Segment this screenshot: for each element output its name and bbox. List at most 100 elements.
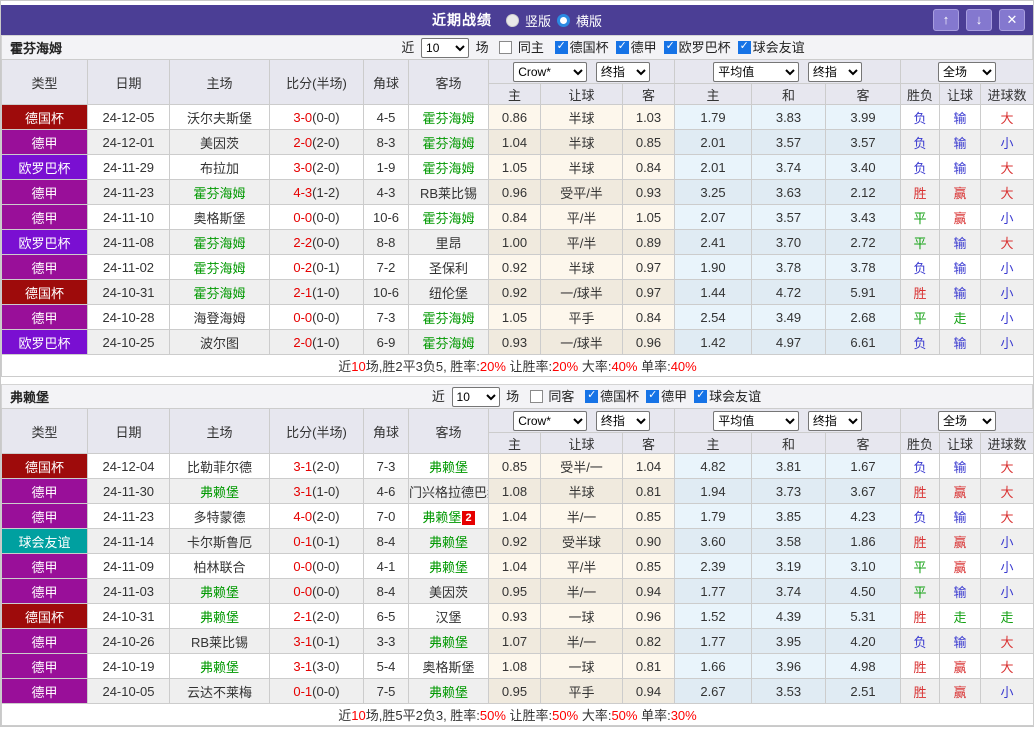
result-wdl: 平 bbox=[900, 204, 940, 230]
odds-company-select[interactable]: Crow* bbox=[513, 61, 588, 82]
away-team-cell: 弗赖堡 bbox=[408, 678, 489, 704]
horizontal-layout-radio[interactable] bbox=[557, 13, 570, 27]
league-checkbox[interactable] bbox=[694, 388, 708, 403]
home-team-name: 弗赖堡 bbox=[199, 659, 239, 675]
match-date: 24-10-25 bbox=[87, 329, 170, 355]
result-wdl: 胜 bbox=[900, 653, 940, 679]
home-team-name: 波尔图 bbox=[199, 335, 239, 351]
average-group-header: 平均值 终指 bbox=[674, 408, 901, 433]
avg-home: 3.25 bbox=[674, 179, 752, 205]
odds-home: 0.95 bbox=[488, 678, 541, 704]
col-header-odds-line: 让球 bbox=[540, 83, 623, 105]
away-team-cell: 汉堡 bbox=[408, 603, 489, 629]
odds-handicap-line: 半球 bbox=[540, 154, 623, 180]
league-checkbox[interactable] bbox=[585, 388, 599, 403]
league-checkbox[interactable] bbox=[615, 39, 629, 54]
match-row: 德甲 24-10-05 云达不莱梅 0-1(0-0) 7-5 弗赖堡 0.95 平手 0.94 2… bbox=[1, 678, 1034, 704]
move-down-icon[interactable]: ↓ bbox=[966, 9, 992, 31]
match-type-badge: 德甲 bbox=[1, 478, 88, 504]
same-venue-checkbox[interactable] bbox=[529, 390, 543, 403]
avg-away: 4.98 bbox=[825, 653, 901, 679]
fulltime-score: 3-1 bbox=[293, 458, 313, 474]
games-count-select[interactable]: 10 bbox=[421, 38, 470, 58]
summary-segment: 近 bbox=[338, 359, 352, 374]
average-group-header: 平均值 终指 bbox=[674, 59, 901, 84]
league-checkbox[interactable] bbox=[646, 388, 660, 403]
result-handicap: 赢 bbox=[939, 478, 981, 504]
result-wdl: 负 bbox=[900, 453, 940, 479]
vertical-layout-radio[interactable] bbox=[505, 13, 519, 27]
match-row: 德甲 24-11-02 霍芬海姆 0-2(0-1) 7-2 圣保利 0.92 半球 0.97 1.… bbox=[1, 254, 1034, 280]
match-type-badge: 德国杯 bbox=[1, 104, 88, 130]
score-cell: 0-1(0-1) bbox=[269, 528, 364, 554]
avg-home: 1.77 bbox=[674, 578, 752, 604]
home-team-name: 布拉加 bbox=[199, 160, 239, 176]
average-select[interactable]: 平均值 bbox=[713, 410, 800, 431]
home-team-cell: 美因茨 bbox=[169, 129, 270, 155]
scope-select[interactable]: 全场 bbox=[938, 410, 997, 431]
away-team-name: 霍芬海姆 bbox=[422, 110, 475, 126]
odds-stage-select[interactable]: 终指 bbox=[595, 61, 650, 82]
odds-stage-select[interactable]: 终指 bbox=[595, 410, 650, 431]
col-header-avg-away: 客 bbox=[825, 83, 901, 105]
scope-select[interactable]: 全场 bbox=[938, 61, 997, 82]
col-header-result-wdl: 胜负 bbox=[900, 432, 940, 454]
odds-company-select[interactable]: Crow* bbox=[513, 410, 588, 431]
odds-handicap-line: 一/球半 bbox=[540, 329, 623, 355]
away-team-name: 奥格斯堡 bbox=[422, 659, 475, 675]
league-checkbox[interactable] bbox=[663, 39, 677, 54]
score-cell: 3-1(1-0) bbox=[269, 478, 364, 504]
match-type-badge: 德国杯 bbox=[1, 453, 88, 479]
away-team-cell: 弗赖堡 bbox=[408, 453, 489, 479]
summary-segment: 大率: bbox=[578, 708, 612, 723]
odds-handicap-line: 平手 bbox=[540, 304, 623, 330]
score-cell: 0-2(0-1) bbox=[269, 254, 364, 280]
match-row: 德甲 24-11-09 柏林联合 0-0(0-0) 4-1 弗赖堡 1.04 平/半 0.85 2… bbox=[1, 553, 1034, 579]
result-wdl: 平 bbox=[900, 229, 940, 255]
odds-handicap-line: 平/半 bbox=[540, 553, 623, 579]
odds-away: 0.90 bbox=[622, 528, 675, 554]
col-header-avg-away: 客 bbox=[825, 432, 901, 454]
odds-away: 0.84 bbox=[622, 304, 675, 330]
col-header-away: 客场 bbox=[408, 408, 489, 454]
average-select[interactable]: 平均值 bbox=[713, 61, 800, 82]
avg-draw: 3.74 bbox=[751, 578, 826, 604]
result-wdl: 胜 bbox=[900, 678, 940, 704]
avg-home: 3.60 bbox=[674, 528, 752, 554]
col-header-date: 日期 bbox=[87, 408, 170, 454]
away-team-cell: 霍芬海姆 bbox=[408, 154, 489, 180]
league-checkbox[interactable] bbox=[737, 39, 751, 54]
col-header-odds-home: 主 bbox=[488, 83, 541, 105]
halftime-score: (0-0) bbox=[312, 309, 340, 325]
odds-away: 0.96 bbox=[622, 603, 675, 629]
odds-handicap-line: 一/球半 bbox=[540, 279, 623, 305]
col-header-avg-draw: 和 bbox=[751, 432, 826, 454]
col-header-odds-line: 让球 bbox=[540, 432, 623, 454]
odds-away: 0.96 bbox=[622, 329, 675, 355]
games-count-select[interactable]: 10 bbox=[451, 387, 500, 407]
match-type-badge: 德甲 bbox=[1, 129, 88, 155]
same-venue-checkbox[interactable] bbox=[499, 41, 513, 54]
average-stage-select[interactable]: 终指 bbox=[807, 61, 862, 82]
games-unit-label: 场 bbox=[475, 40, 489, 55]
summary-segment: 20% bbox=[479, 359, 506, 374]
fulltime-score: 3-0 bbox=[293, 159, 313, 175]
close-icon[interactable]: ✕ bbox=[999, 9, 1025, 31]
avg-home: 1.77 bbox=[674, 628, 752, 654]
col-header-avg-home: 主 bbox=[674, 432, 752, 454]
move-up-icon[interactable]: ↑ bbox=[933, 9, 959, 31]
odds-handicap-line: 受半/一 bbox=[540, 453, 623, 479]
match-type-badge: 德甲 bbox=[1, 628, 88, 654]
avg-away: 3.43 bbox=[825, 204, 901, 230]
result-goals: 小 bbox=[979, 279, 1034, 305]
avg-draw: 3.57 bbox=[751, 129, 826, 155]
league-checkbox[interactable] bbox=[554, 39, 568, 54]
odds-home: 1.08 bbox=[488, 478, 541, 504]
result-goals: 大 bbox=[979, 503, 1034, 529]
result-handicap: 输 bbox=[939, 229, 981, 255]
result-wdl: 胜 bbox=[900, 478, 940, 504]
col-header-date: 日期 bbox=[87, 59, 170, 105]
average-stage-select[interactable]: 终指 bbox=[807, 410, 862, 431]
avg-away: 5.91 bbox=[825, 279, 901, 305]
result-goals: 小 bbox=[979, 528, 1034, 554]
